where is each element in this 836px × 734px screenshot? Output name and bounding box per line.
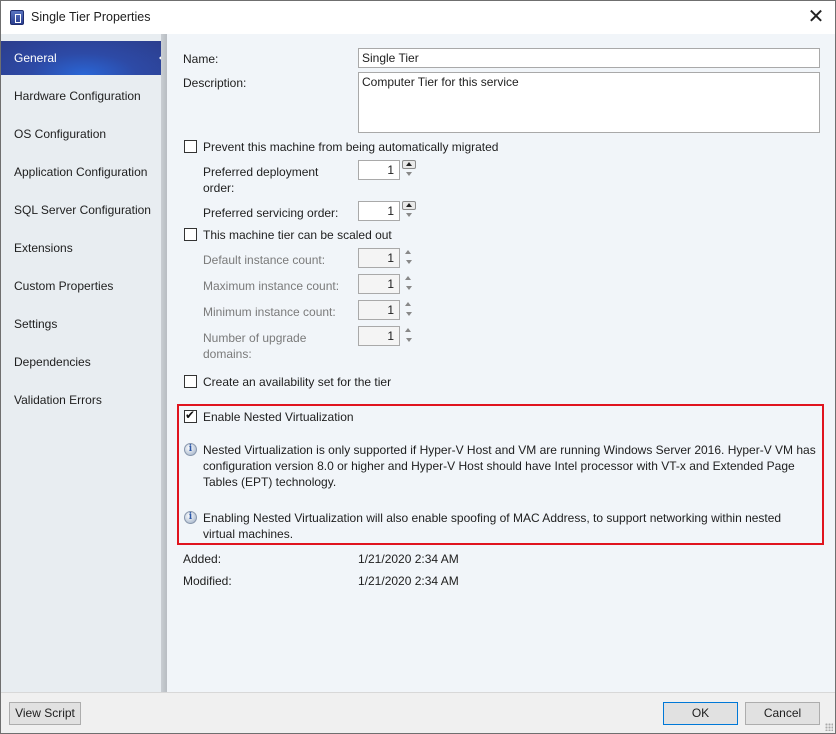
- description-input[interactable]: Computer Tier for this service: [358, 72, 820, 133]
- sidebar-item-dependencies[interactable]: Dependencies: [1, 345, 161, 379]
- preferred-servicing-order-label: Preferred servicing order:: [203, 206, 339, 220]
- minimum-instance-count-up-icon[interactable]: [402, 301, 416, 310]
- nested-virtualization-info-2: Enabling Nested Virtualization will also…: [203, 510, 781, 542]
- view-script-button[interactable]: View Script: [9, 702, 81, 725]
- resize-grip[interactable]: [825, 723, 833, 731]
- maximum-instance-count-input[interactable]: 1: [358, 274, 400, 294]
- upgrade-domains-label: Number of upgrade: [203, 331, 307, 345]
- sidebar-item-general[interactable]: General: [1, 41, 167, 75]
- info-1-line-1: Nested Virtualization is only supported …: [203, 443, 816, 457]
- modified-value: 1/21/2020 2:34 AM: [358, 574, 459, 588]
- info-1-line-3: Tables (EPT) technology.: [203, 475, 337, 489]
- preferred-servicing-order-input[interactable]: 1: [358, 201, 400, 221]
- minimum-instance-count-label: Minimum instance count:: [203, 305, 336, 319]
- sidebar-item-extensions[interactable]: Extensions: [1, 231, 161, 265]
- minimum-instance-count-input[interactable]: 1: [358, 300, 400, 320]
- upgrade-domains-up-icon[interactable]: [402, 327, 416, 336]
- preferred-deployment-order-input[interactable]: 1: [358, 160, 400, 180]
- upgrade-domains-label-cont: domains:: [203, 347, 252, 361]
- description-label: Description:: [183, 76, 247, 90]
- sidebar-item-hardware-configuration[interactable]: Hardware Configuration: [1, 79, 161, 113]
- info-icon: i: [184, 443, 197, 456]
- sidebar-item-settings[interactable]: Settings: [1, 307, 161, 341]
- nested-virtualization-info-1: Nested Virtualization is only supported …: [203, 442, 816, 490]
- added-label: Added:: [183, 552, 222, 566]
- ok-button[interactable]: OK: [663, 702, 738, 725]
- prevent-migration-label: Prevent this machine from being automati…: [203, 140, 499, 154]
- prevent-migration-checkbox[interactable]: [184, 140, 197, 153]
- sidebar-item-validation-errors[interactable]: Validation Errors: [1, 383, 161, 417]
- sidebar: General Hardware Configuration OS Config…: [1, 34, 167, 692]
- sidebar-item-application-configuration[interactable]: Application Configuration: [1, 155, 161, 189]
- maximum-instance-count-up-icon[interactable]: [402, 275, 416, 284]
- nested-virtualization-label: Enable Nested Virtualization: [203, 410, 354, 424]
- modified-label: Modified:: [183, 574, 232, 588]
- scale-out-checkbox[interactable]: [184, 228, 197, 241]
- sidebar-item-sql-server-configuration[interactable]: SQL Server Configuration: [1, 193, 161, 227]
- preferred-deployment-order-label: Preferred deployment: [203, 165, 319, 179]
- sidebar-item-os-configuration[interactable]: OS Configuration: [1, 117, 161, 151]
- preferred-servicing-order-down-icon[interactable]: [402, 211, 416, 219]
- availability-set-checkbox[interactable]: [184, 375, 197, 388]
- sidebar-item-custom-properties[interactable]: Custom Properties: [1, 269, 161, 303]
- scale-out-label: This machine tier can be scaled out: [203, 228, 392, 242]
- footer-divider: [1, 692, 835, 693]
- default-instance-count-up-icon[interactable]: [402, 249, 416, 258]
- default-instance-count-label: Default instance count:: [203, 253, 326, 267]
- preferred-servicing-order-up-icon[interactable]: [402, 201, 416, 210]
- title-bar: Single Tier Properties ✕: [1, 1, 835, 34]
- window-title: Single Tier Properties: [31, 10, 151, 24]
- name-input[interactable]: Single Tier: [358, 48, 820, 68]
- app-icon: [10, 10, 24, 25]
- upgrade-domains-down-icon[interactable]: [402, 336, 416, 344]
- nested-virtualization-checkbox[interactable]: [184, 408, 197, 423]
- preferred-deployment-order-up-icon[interactable]: [402, 160, 416, 169]
- info-icon: i: [184, 511, 197, 524]
- default-instance-count-down-icon[interactable]: [402, 258, 416, 266]
- cancel-button[interactable]: Cancel: [745, 702, 820, 725]
- info-1-line-2: configuration version 8.0 or higher and …: [203, 459, 795, 473]
- close-button[interactable]: ✕: [803, 5, 829, 29]
- maximum-instance-count-label: Maximum instance count:: [203, 279, 340, 293]
- availability-set-label: Create an availability set for the tier: [203, 375, 392, 389]
- info-2-line-1: Enabling Nested Virtualization will also…: [203, 511, 782, 525]
- default-instance-count-input[interactable]: 1: [358, 248, 400, 268]
- minimum-instance-count-down-icon[interactable]: [402, 310, 416, 318]
- added-value: 1/21/2020 2:34 AM: [358, 552, 459, 566]
- name-label: Name:: [183, 52, 219, 66]
- properties-dialog: Single Tier Properties ✕ General Hardwar…: [0, 0, 836, 734]
- preferred-deployment-order-down-icon[interactable]: [402, 170, 416, 178]
- upgrade-domains-input[interactable]: 1: [358, 326, 400, 346]
- maximum-instance-count-down-icon[interactable]: [402, 284, 416, 292]
- preferred-deployment-order-label-cont: order:: [203, 181, 235, 195]
- info-2-line-2: virtual machines.: [203, 527, 294, 541]
